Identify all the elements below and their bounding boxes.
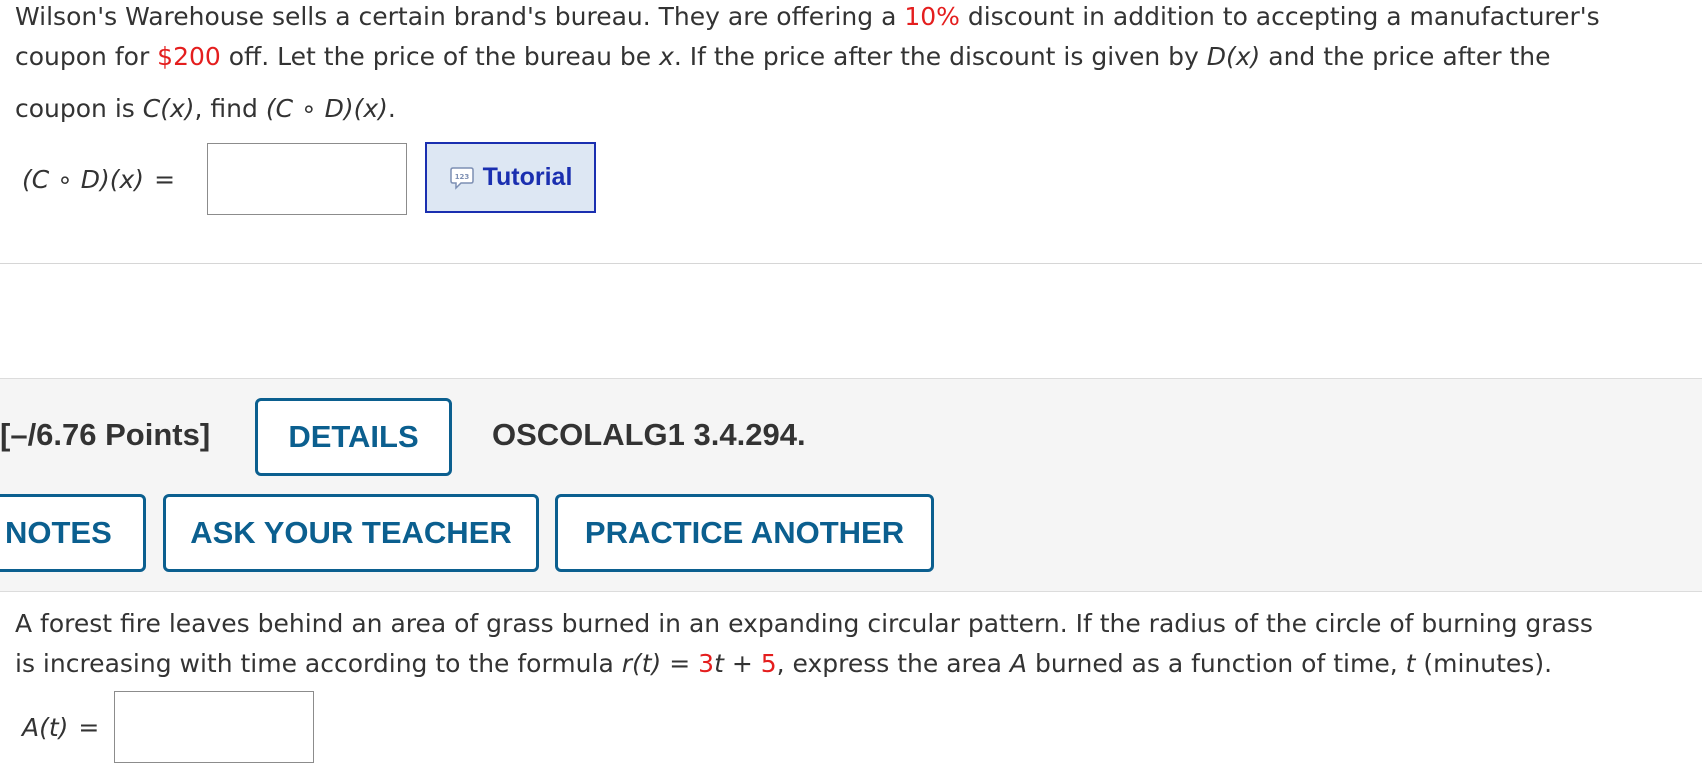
practice-another-label: PRACTICE ANOTHER [584, 515, 905, 550]
text-segment: coupon is [15, 94, 143, 123]
answer-label: A(t) [22, 712, 69, 742]
section-divider [0, 263, 1702, 264]
math-variable: A [1009, 649, 1028, 678]
notes-button[interactable]: NOTES [0, 494, 146, 572]
ask-teacher-label: ASK YOUR TEACHER [190, 515, 512, 550]
text-segment: burned as a function of time, [1027, 649, 1406, 678]
coupon-value: $200 [157, 42, 221, 71]
notes-label: NOTES [5, 515, 112, 550]
composition-answer-input[interactable] [207, 143, 407, 215]
text-segment: is increasing with time according to the… [15, 649, 622, 678]
text-segment: + [723, 649, 761, 678]
tutorial-button[interactable]: 123 Tutorial [425, 142, 596, 213]
problem1-line2: coupon for $200 off. Let the price of th… [15, 37, 1690, 77]
problem1-answer-row: (C ∘ D)(x) = [22, 143, 175, 215]
equals-sign: = [78, 712, 100, 742]
points-label: [–/6.76 Points] [0, 417, 211, 452]
math-variable: t [1405, 649, 1416, 678]
math-variable: t [714, 649, 724, 678]
text-segment: discount in addition to accepting a manu… [959, 2, 1600, 31]
problem2-answer-row: A(t) = [22, 691, 99, 763]
practice-another-button[interactable]: PRACTICE ANOTHER [555, 494, 934, 572]
text-segment: A forest fire leaves behind an area of g… [15, 609, 1593, 638]
text-segment: (minutes). [1415, 649, 1553, 678]
text-segment: Wilson's Warehouse sells a certain brand… [15, 2, 905, 31]
area-answer-input[interactable] [114, 691, 314, 763]
page: Wilson's Warehouse sells a certain brand… [0, 0, 1702, 770]
numbered-chat-bubble-icon: 123 [449, 166, 474, 190]
tutorial-label: Tutorial [482, 163, 573, 191]
problem2-line2: is increasing with time according to the… [15, 644, 1690, 684]
text-segment: coupon for [15, 42, 158, 71]
ask-your-teacher-button[interactable]: ASK YOUR TEACHER [163, 494, 539, 572]
problem2-line1: A forest fire leaves behind an area of g… [15, 604, 1690, 644]
text-segment: . [387, 94, 396, 123]
text-segment: off. Let the price of the bureau be [220, 42, 660, 71]
math-variable: x [659, 42, 674, 71]
icon-number-text: 123 [454, 173, 469, 181]
details-button[interactable]: DETAILS [255, 398, 452, 476]
constant-value: 5 [760, 649, 777, 678]
equals-sign: = [154, 164, 176, 194]
details-label: DETAILS [288, 419, 419, 454]
text-segment: , find [194, 94, 266, 123]
question-code: OSCOLALG1 3.4.294. [492, 417, 806, 452]
math-function: r(t) [621, 649, 662, 678]
answer-label: (C ∘ D)(x) [22, 164, 145, 194]
text-segment: . If the price after the discount is giv… [673, 42, 1207, 71]
coefficient-value: 3 [698, 649, 715, 678]
problem1-line1: Wilson's Warehouse sells a certain brand… [15, 0, 1690, 37]
problem1-line3: coupon is C(x), find (C ∘ D)(x). [15, 89, 1690, 129]
text-segment: = [661, 649, 699, 678]
discount-value: 10% [904, 2, 960, 31]
math-expression: (C ∘ D)(x) [265, 94, 388, 123]
math-function: D(x) [1206, 42, 1261, 71]
text-segment: , express the area [776, 649, 1010, 678]
math-function: C(x) [142, 94, 195, 123]
text-segment: and the price after the [1260, 42, 1551, 71]
